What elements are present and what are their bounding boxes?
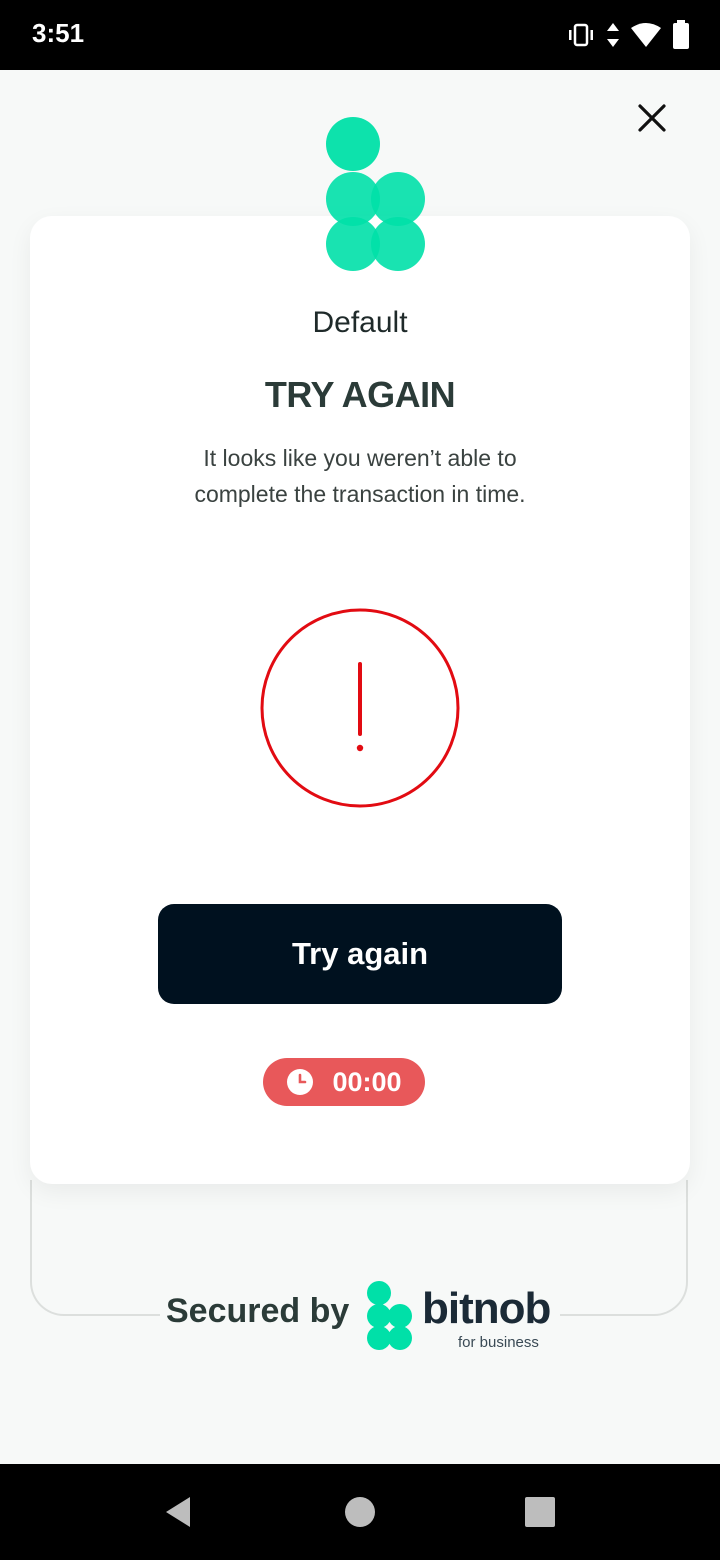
vibrate-icon [566, 23, 596, 47]
brand-tagline: for business [458, 1334, 539, 1351]
merchant-logo [322, 116, 432, 278]
back-icon [166, 1497, 190, 1527]
battery-icon [672, 20, 690, 50]
clock-icon [286, 1068, 314, 1096]
merchant-name: Default [312, 306, 408, 339]
nav-home-button[interactable] [312, 1464, 408, 1560]
status-icons: 4 [566, 20, 690, 50]
secured-by-footer: Secured by bitnob for business [160, 1276, 560, 1356]
status-bar: 3:51 4 [0, 0, 720, 70]
close-button[interactable] [632, 98, 672, 138]
exclamation-circle-icon [259, 607, 461, 809]
nav-back-button[interactable] [130, 1464, 226, 1560]
recents-icon [525, 1497, 555, 1527]
svg-text:4: 4 [650, 36, 657, 48]
nav-recents-button[interactable] [492, 1464, 588, 1560]
wifi-icon: 4 [630, 22, 662, 48]
try-again-button[interactable]: Try again [158, 904, 562, 1004]
status-title: TRY AGAIN [264, 374, 456, 415]
data-arrows-icon [606, 22, 620, 48]
bitnob-logo-icon [366, 1280, 414, 1352]
status-message: It looks like you weren’t able to comple… [194, 445, 526, 507]
timer-badge: 00:00 [263, 1058, 425, 1106]
status-time: 3:51 [32, 18, 85, 48]
timer-value: 00:00 [332, 1066, 402, 1097]
home-icon [345, 1497, 375, 1527]
close-icon [638, 104, 666, 132]
brand-name: bitnob [422, 1284, 551, 1333]
secured-label: Secured by [166, 1292, 350, 1330]
system-nav-bar [0, 1464, 720, 1560]
